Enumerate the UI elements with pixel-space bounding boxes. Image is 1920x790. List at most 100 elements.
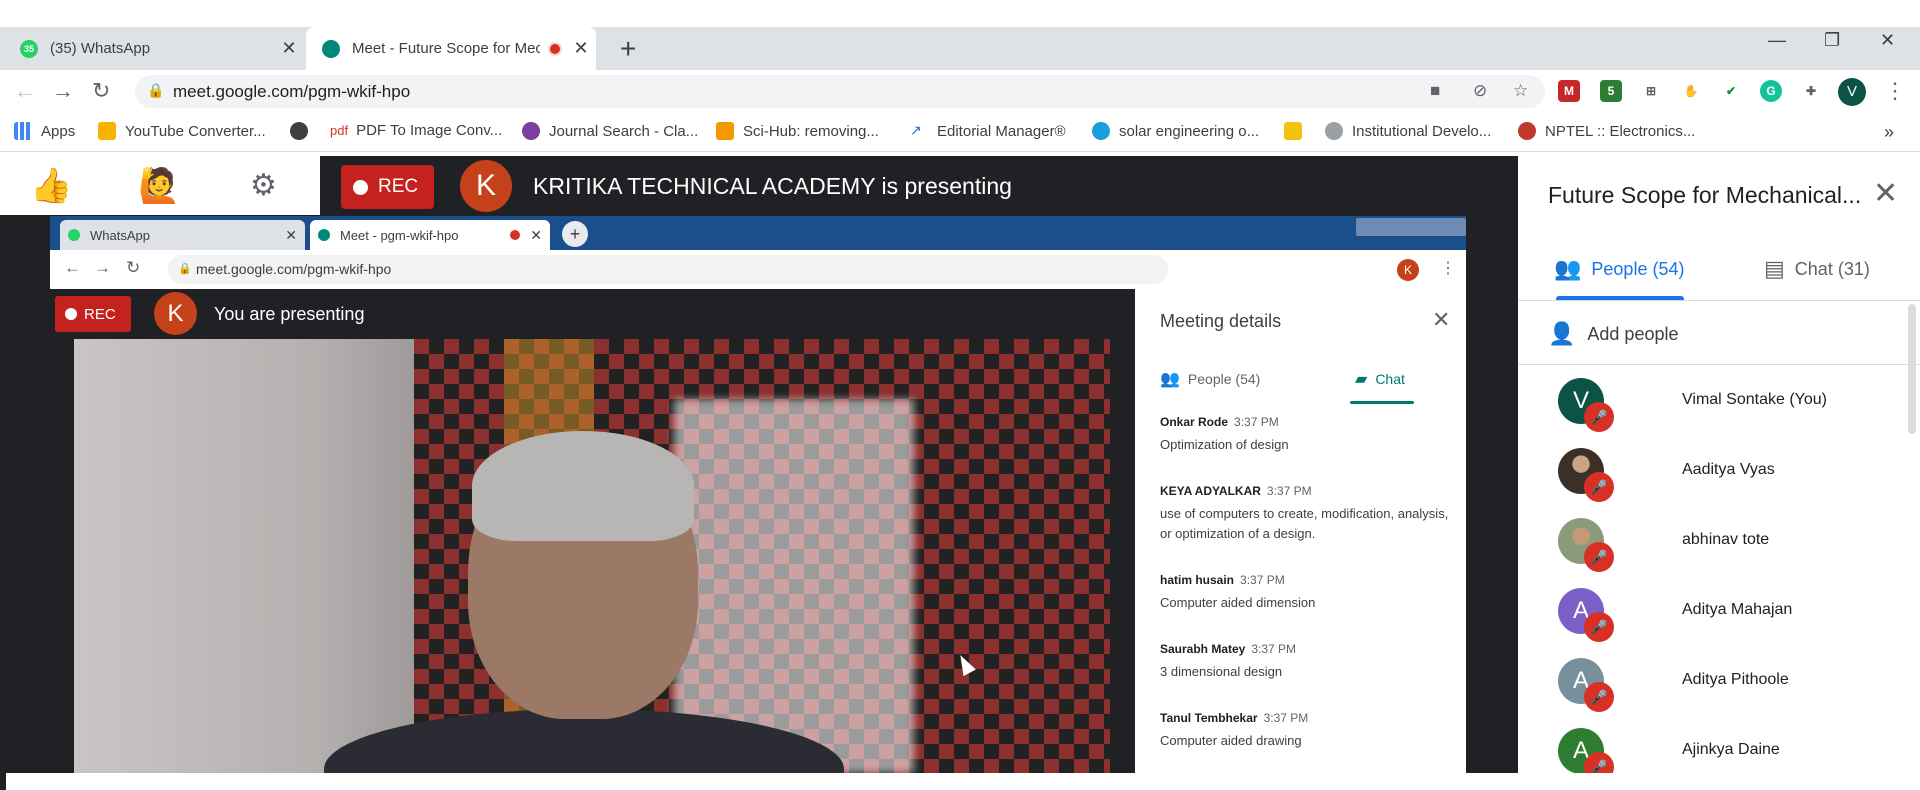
back-icon: ← <box>64 258 81 277</box>
restore-icon[interactable]: ❐ <box>1824 30 1840 51</box>
forward-icon[interactable]: → <box>52 78 74 104</box>
bookmark-yellow[interactable] <box>1284 122 1311 140</box>
bookmark-apps[interactable]: Apps <box>14 122 75 140</box>
meet-icon <box>322 39 340 58</box>
reaction-bar: 👍 🙋 ⚙ <box>0 156 320 215</box>
close-icon: ✕ <box>530 226 542 243</box>
participant-row[interactable]: 🎤 Aaditya Vyas <box>1558 448 1898 502</box>
chat-message: hatim husain 3:37 PM Computer aided dimen… <box>1160 571 1450 613</box>
profile-avatar[interactable]: V <box>1838 78 1866 106</box>
new-tab-icon[interactable]: + <box>620 33 636 65</box>
tab-whatsapp[interactable]: 35 (35) WhatsApp ✕ <box>20 27 300 70</box>
minimize-icon[interactable]: — <box>1768 30 1786 51</box>
shared-presenting-banner: You are presenting <box>214 304 365 324</box>
bookmark-label: Editorial Manager® <box>937 122 1066 140</box>
people-icon: 👥 <box>1554 256 1582 281</box>
participant-row[interactable]: V 🎤 Vimal Sontake (You) <box>1558 378 1898 432</box>
participant-row[interactable]: 🎤 abhinav tote <box>1558 518 1898 572</box>
window-close-icon[interactable]: ✕ <box>1880 30 1895 51</box>
close-icon[interactable]: ✕ <box>1873 176 1898 211</box>
message-author: Tanul Tembhekar <box>1160 711 1258 725</box>
participant-row[interactable]: A 🎤 Aditya Pithoole <box>1558 658 1898 712</box>
presenter-avatar: K <box>460 160 512 212</box>
bookmark-editorial-manager[interactable]: ↗ Editorial Manager® <box>910 122 1066 140</box>
message-text: 3 dimensional design <box>1160 664 1283 679</box>
bookmark-solar-engineering[interactable]: solar engineering o... <box>1092 122 1259 140</box>
extension-m-icon[interactable]: M <box>1558 80 1580 102</box>
extension-green-icon[interactable]: 5 <box>1600 80 1622 102</box>
rec-label: REC <box>378 176 419 197</box>
close-icon[interactable]: ✕ <box>570 38 592 59</box>
solar-engineering-icon <box>1092 122 1110 140</box>
participant-name: Aditya Pithoole <box>1682 671 1789 688</box>
shared-tab-whatsapp: WhatsApp ✕ <box>60 220 305 250</box>
participant-name: abhinav tote <box>1682 531 1770 548</box>
close-icon[interactable]: ✕ <box>278 38 300 59</box>
mic-off-icon: 🎤 <box>1584 542 1614 572</box>
raise-hand-icon[interactable]: 🙋 <box>138 166 180 206</box>
settings-gear-icon[interactable]: ⚙ <box>250 168 277 203</box>
whatsapp-icon <box>68 229 80 241</box>
address-bar[interactable]: 🔒 meet.google.com/pgm-wkif-hpo ■ ⊘ ☆ <box>135 75 1545 108</box>
presenter-video <box>74 339 1110 773</box>
bookmark-nptel[interactable]: NPTEL :: Electronics... <box>1518 122 1695 140</box>
add-people-label: Add people <box>1587 323 1679 344</box>
tab-chat[interactable]: ▤ Chat (31) <box>1764 256 1870 282</box>
participant-name: Vimal Sontake (You) <box>1682 391 1827 408</box>
lock-icon: 🔒 <box>178 263 192 275</box>
reload-icon[interactable]: ↻ <box>92 78 110 104</box>
apps-grid-icon <box>14 122 32 140</box>
thumbs-up-icon[interactable]: 👍 <box>30 166 72 206</box>
camera-icon[interactable]: ■ <box>1430 81 1440 101</box>
extensions-puzzle-icon[interactable]: ✚ <box>1800 80 1822 102</box>
tab-people[interactable]: 👥 People (54) <box>1554 256 1684 282</box>
scrollbar[interactable] <box>1908 304 1916 434</box>
extension-grid-icon[interactable]: ⊞ <box>1640 80 1662 102</box>
menu-icon: ⋮ <box>1440 260 1456 277</box>
message-text: Computer aided dimension <box>1160 595 1316 610</box>
participant-row[interactable]: A 🎤 Ajinkya Daine <box>1558 728 1898 782</box>
back-icon[interactable]: ← <box>14 78 36 104</box>
chat-message: KEYA ADYALKAR 3:37 PM use of computers to… <box>1160 482 1450 544</box>
people-icon: 👥 <box>1160 371 1180 388</box>
shared-url: meet.google.com/pgm-wkif-hpo <box>196 261 392 277</box>
bookmark-journal-search[interactable]: Journal Search - Cla... <box>522 122 698 140</box>
shared-window-controls <box>1356 218 1466 236</box>
add-people-button[interactable]: 👤 Add people <box>1548 321 1679 347</box>
message-author: Onkar Rode <box>1160 415 1229 429</box>
bookmark-youtube-converter[interactable]: YouTube Converter... <box>98 122 266 140</box>
bookmark-label: Journal Search - Cla... <box>549 122 699 140</box>
eye-off-icon[interactable]: ⊘ <box>1473 81 1487 101</box>
screen: 35 (35) WhatsApp ✕ Meet - Future Scope f… <box>0 0 1920 790</box>
sci-hub-icon <box>716 122 734 140</box>
people-tab-label: People (54) <box>1187 371 1261 387</box>
recording-indicator-icon <box>510 230 521 240</box>
whatsapp-icon: 35 <box>20 39 38 58</box>
yellow-bookmark-icon <box>1284 122 1302 140</box>
bookmark-pdf-to-image[interactable]: pdf PDF To Image Conv... <box>330 122 502 139</box>
reload-icon: ↻ <box>126 258 141 277</box>
chat-icon: ▤ <box>1764 256 1785 281</box>
shared-recording-badge: REC <box>55 296 131 332</box>
bookmark-sci-hub[interactable]: Sci-Hub: removing... <box>716 122 879 140</box>
chat-tab-indicator <box>1350 401 1414 404</box>
shared-address-bar: 🔒 meet.google.com/pgm-wkif-hpo <box>168 255 1168 284</box>
participant-row[interactable]: A 🎤 Aditya Mahajan <box>1558 588 1898 642</box>
bookmark-institutional-development[interactable]: Institutional Develo... <box>1325 122 1491 140</box>
extension-grammarly-icon[interactable]: G <box>1760 80 1782 102</box>
video-background-wall <box>74 339 414 773</box>
bottom-edge <box>0 773 1920 790</box>
extension-hand-icon[interactable]: ✋ <box>1680 80 1702 102</box>
side-panel-title: Future Scope for Mechanical... <box>1548 182 1862 208</box>
add-person-icon: 👤 <box>1548 321 1576 346</box>
bookmark-globe[interactable] <box>290 122 317 140</box>
tab-meet[interactable]: Meet - Future Scope for Mec ✕ <box>306 27 596 70</box>
menu-icon[interactable]: ⋮ <box>1884 78 1906 104</box>
bookmarks-overflow-icon[interactable]: » <box>1884 122 1894 143</box>
chat-message: Onkar Rode 3:37 PM Optimization of design <box>1160 413 1450 455</box>
bookmarks-bar: Apps YouTube Converter... pdf PDF To Ima… <box>0 113 1920 152</box>
mic-off-icon: 🎤 <box>1584 612 1614 642</box>
star-icon[interactable]: ☆ <box>1513 81 1528 101</box>
journal-search-icon <box>522 122 540 140</box>
extension-check-icon[interactable]: ✔ <box>1720 80 1742 102</box>
